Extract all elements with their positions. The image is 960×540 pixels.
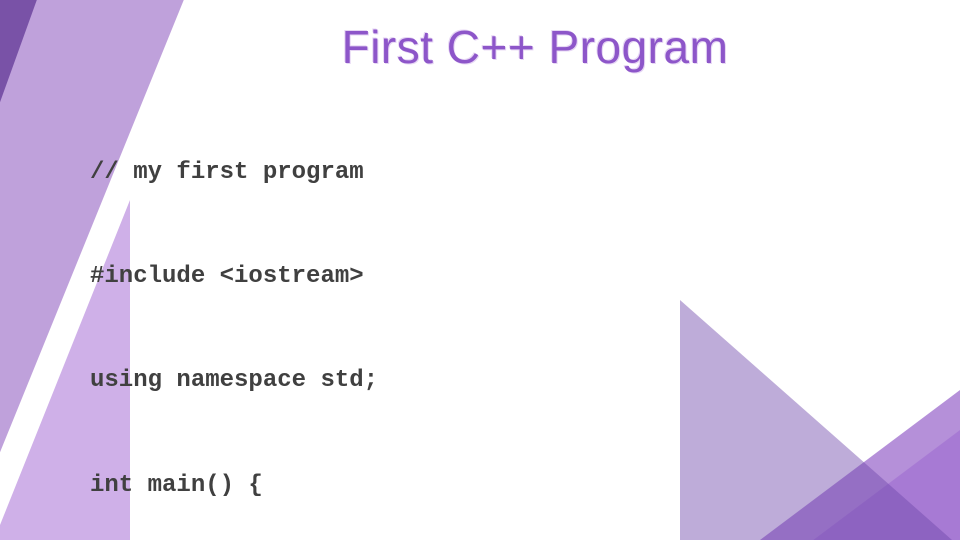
code-comment: // my first program	[90, 156, 900, 191]
code-main-open: int main() {	[90, 469, 900, 504]
code-using: using namespace std;	[90, 364, 900, 399]
code-block: // my first program #include <iostream> …	[90, 86, 900, 540]
slide-title: First C++ Program	[170, 20, 900, 74]
code-include: #include <iostream>	[90, 260, 900, 295]
slide: First C++ Program // my first program #i…	[0, 0, 960, 540]
